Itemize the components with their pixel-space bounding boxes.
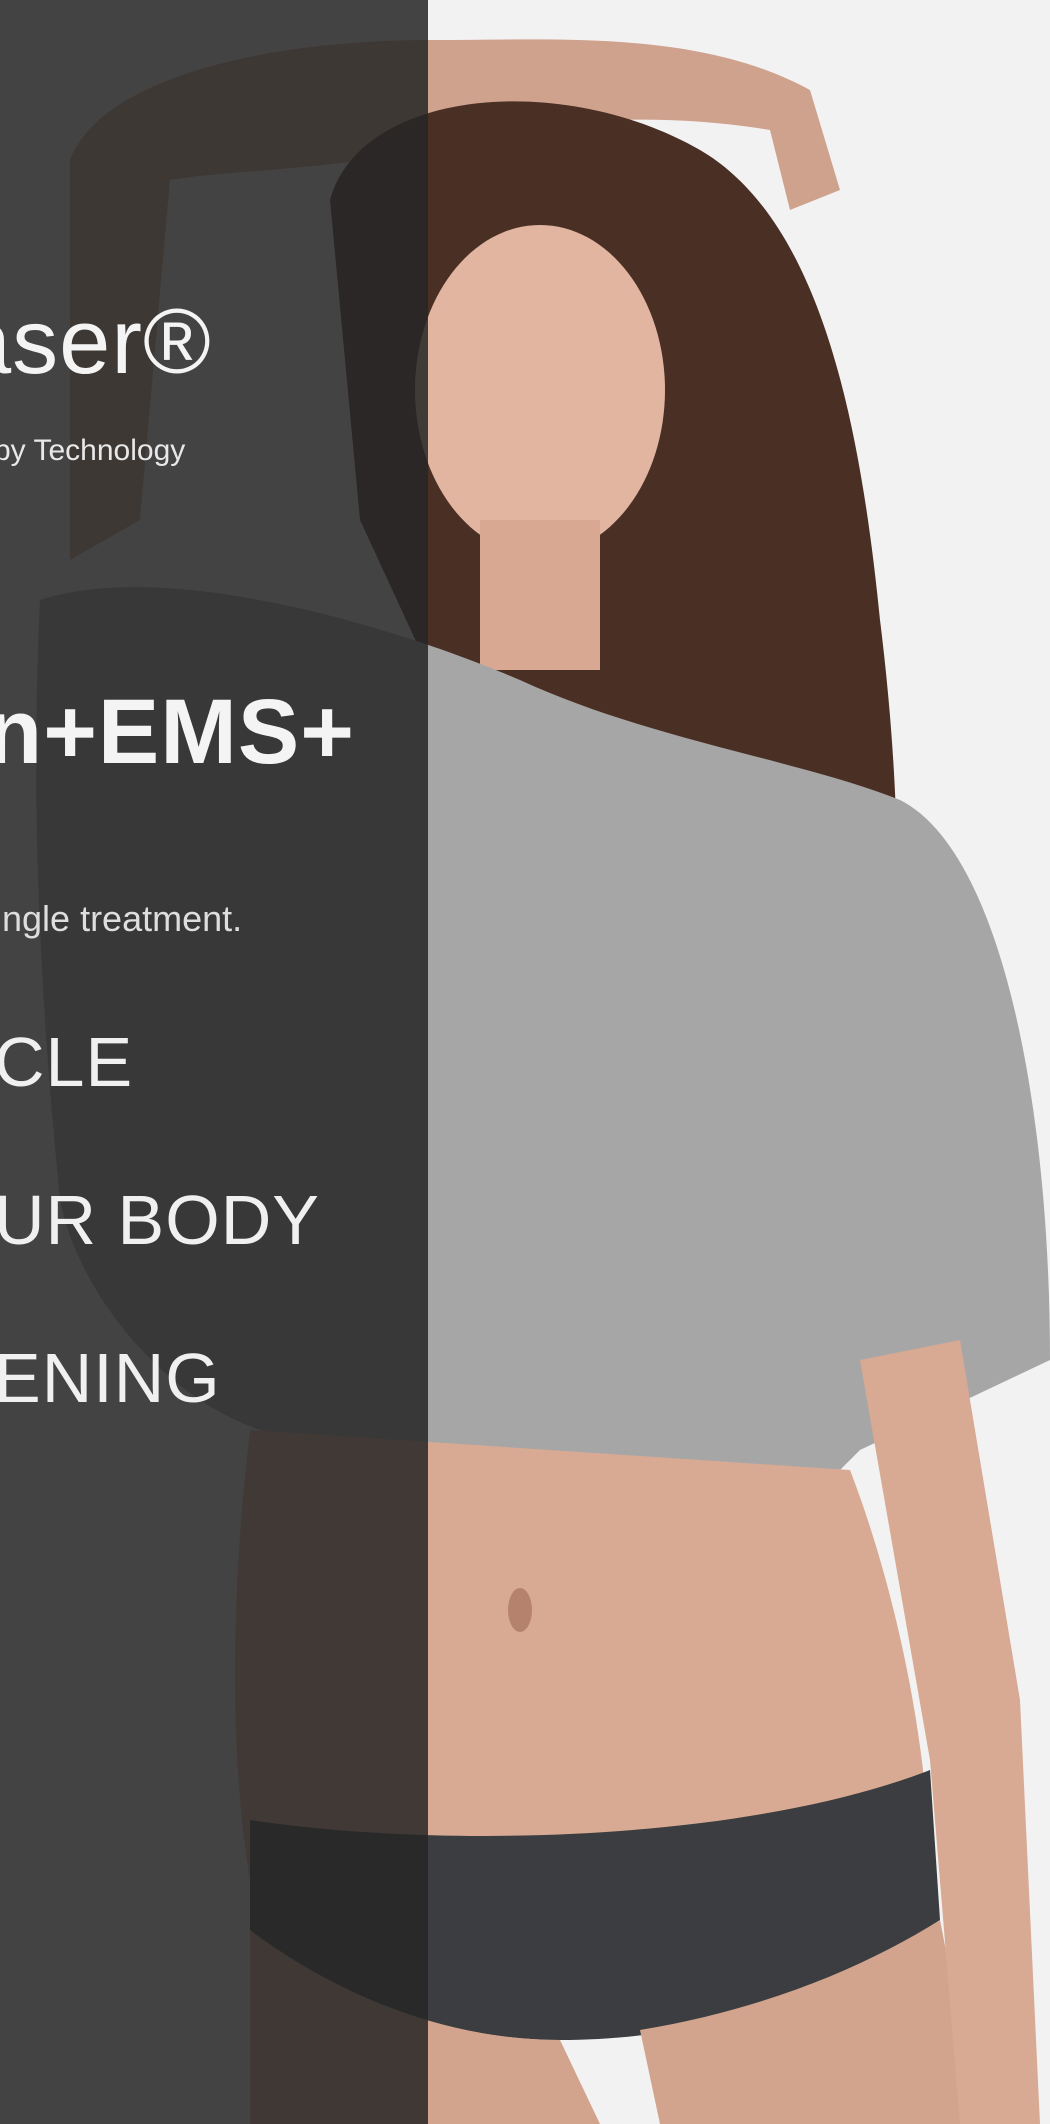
hero-section: aser® py Technology n+EMS+ ingle treatme… [0,0,1050,2124]
feature-item: ENING [0,1339,221,1417]
feature-item: UR BODY [0,1181,320,1259]
brand-tagline: py Technology [0,434,186,467]
headline: n+EMS+ [0,681,356,783]
brand-logo-text: aser® [0,291,212,393]
feature-item: CLE [0,1023,134,1101]
description: ingle treatment. [0,898,243,939]
